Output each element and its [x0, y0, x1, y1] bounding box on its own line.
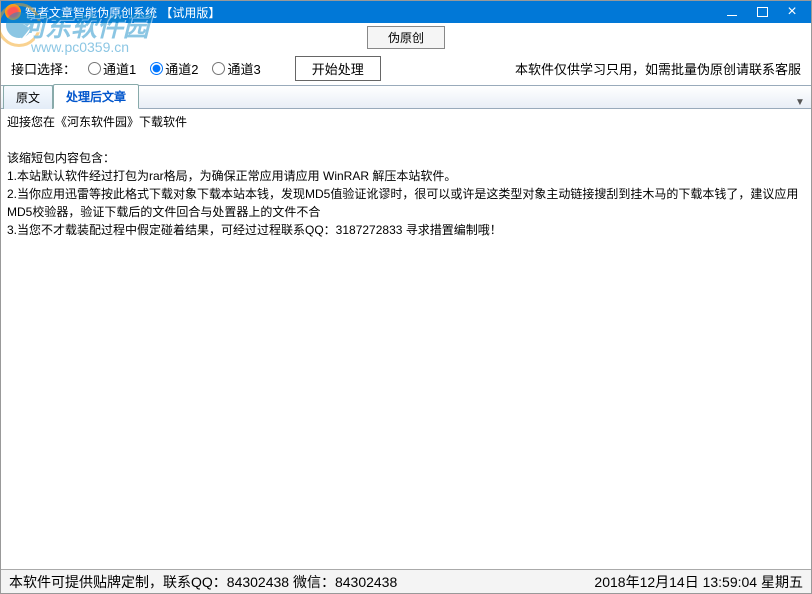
- app-icon: [5, 4, 21, 20]
- status-left: 本软件可提供贴牌定制，联系QQ：84302438 微信：84302438: [9, 572, 594, 592]
- interface-label: 接口选择：: [11, 59, 76, 78]
- statusbar: 本软件可提供贴牌定制，联系QQ：84302438 微信：84302438 201…: [1, 569, 811, 593]
- top-row: 伪原创: [1, 23, 811, 51]
- notice-text: 本软件仅供学习只用，如需批量伪原创请联系客服: [515, 59, 801, 78]
- tab-original[interactable]: 原文: [3, 85, 53, 109]
- content-greeting: 迎接您在《河东软件园》下载软件: [7, 113, 805, 131]
- controls-row: 接口选择： 通道1 通道2 通道3 开始处理 本软件仅供学习只用，如需批量伪原创…: [1, 51, 811, 85]
- tab-dropdown-icon[interactable]: ▼: [793, 97, 811, 108]
- window-title: 智者文章智能伪原创系统 【试用版】: [25, 4, 717, 21]
- content-intro: 该缩短包内容包含：: [7, 149, 805, 167]
- content-line1: 1.本站默认软件经过打包为rar格局，为确保正常应用请应用 WinRAR 解压本…: [7, 167, 805, 185]
- titlebar: 智者文章智能伪原创系统 【试用版】 ×: [1, 1, 811, 23]
- radio-input-3[interactable]: [212, 62, 225, 75]
- maximize-button[interactable]: [747, 2, 777, 22]
- content-line3: 3.当您不才载装配过程中假定碰着结果，可经过过程联系QQ：3187272833 …: [7, 221, 805, 239]
- fake-original-button[interactable]: 伪原创: [367, 26, 445, 49]
- content-area[interactable]: 迎接您在《河东软件园》下载软件 该缩短包内容包含： 1.本站默认软件经过打包为r…: [1, 109, 811, 569]
- radio-input-2[interactable]: [150, 62, 163, 75]
- radio-channel-3[interactable]: 通道3: [212, 59, 260, 78]
- tab-processed[interactable]: 处理后文章: [53, 84, 139, 109]
- radio-input-1[interactable]: [88, 62, 101, 75]
- status-right: 2018年12月14日 13:59:04 星期五: [594, 572, 803, 592]
- content-line2: 2.当你应用迅雷等按此格式下载对象下载本站本钱，发现MD5值验证讹谬时，很可以或…: [7, 185, 805, 221]
- minimize-button[interactable]: [717, 2, 747, 22]
- start-button[interactable]: 开始处理: [295, 56, 381, 81]
- tabs-bar: 原文 处理后文章 ▼: [1, 85, 811, 109]
- radio-channel-1[interactable]: 通道1: [88, 59, 136, 78]
- radio-channel-2[interactable]: 通道2: [150, 59, 198, 78]
- close-button[interactable]: ×: [777, 2, 807, 22]
